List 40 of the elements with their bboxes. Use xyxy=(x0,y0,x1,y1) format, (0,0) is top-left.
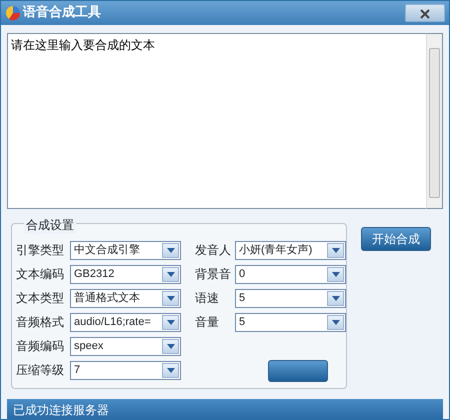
dropdown-arrow-icon xyxy=(332,272,340,276)
field-label: 压缩等级 xyxy=(16,362,65,379)
dropdown[interactable]: 5 xyxy=(235,288,346,308)
vertical-scrollbar[interactable] xyxy=(426,33,443,209)
dropdown-arrow-icon xyxy=(332,320,340,324)
dropdown[interactable]: 中文合成引擎 xyxy=(70,240,181,260)
dropdown[interactable]: speex xyxy=(70,336,181,356)
dropdown-arrow-icon xyxy=(166,296,174,300)
dropdown[interactable]: 普通格式文本 xyxy=(70,288,181,308)
app-logo-icon xyxy=(5,5,21,21)
field-label: 引擎类型 xyxy=(16,242,65,259)
field-label: 语速 xyxy=(195,290,220,307)
dropdown-arrow-icon xyxy=(332,296,340,300)
dropdown-arrow-icon xyxy=(166,344,174,348)
dropdown-arrow-icon xyxy=(166,368,174,372)
dropdown[interactable]: audio/L16;rate= xyxy=(70,312,181,332)
field-label: 音频格式 xyxy=(16,314,65,331)
dropdown[interactable]: 5 xyxy=(235,312,346,332)
close-button[interactable] xyxy=(405,4,445,22)
close-icon xyxy=(420,8,430,19)
field-label: 音频编码 xyxy=(16,338,65,355)
field-label: 音量 xyxy=(195,314,220,331)
start-synthesis-button[interactable]: 开始合成 xyxy=(361,227,431,251)
window-title: 语音合成工具 xyxy=(23,4,101,22)
dropdown[interactable]: 小妍(青年女声) xyxy=(235,240,346,260)
dropdown[interactable]: 7 xyxy=(70,360,181,380)
text-input-field[interactable]: 请在这里输入要合成的文本 xyxy=(7,33,426,209)
field-label: 背景音 xyxy=(195,266,232,283)
dropdown-arrow-icon xyxy=(166,248,174,252)
partly-covered-button[interactable] xyxy=(268,360,328,382)
status-bar: 已成功连接服务器 xyxy=(7,399,443,419)
dropdown-arrow-icon xyxy=(332,248,340,252)
field-label: 发音人 xyxy=(195,242,232,259)
dropdown-arrow-icon xyxy=(166,272,174,276)
field-label: 文本类型 xyxy=(16,290,65,307)
dropdown-arrow-icon xyxy=(166,320,174,324)
group-title: 合成设置 xyxy=(24,216,76,234)
dropdown[interactable]: 0 xyxy=(235,264,346,284)
field-label: 文本编码 xyxy=(16,266,65,283)
dropdown[interactable]: GB2312 xyxy=(70,264,181,284)
